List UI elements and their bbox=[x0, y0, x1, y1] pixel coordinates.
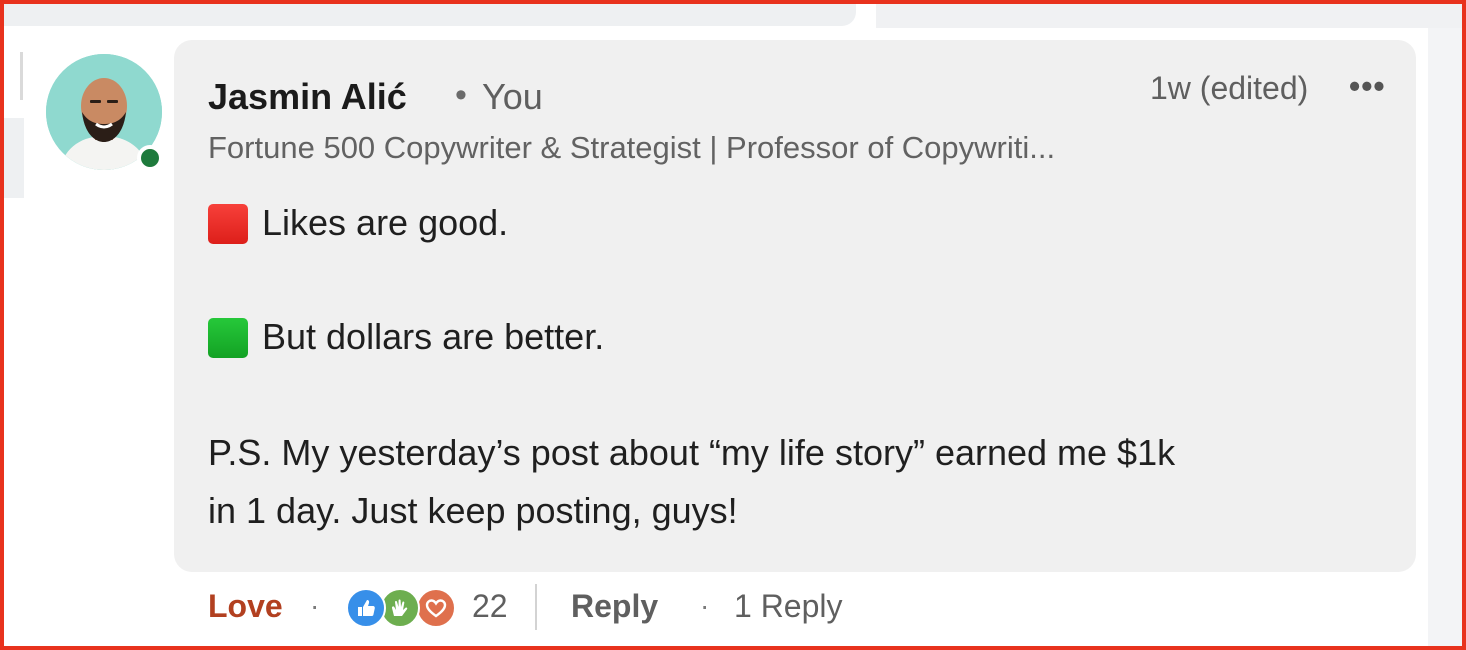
celebrate-icon bbox=[380, 588, 420, 628]
author-name[interactable]: Jasmin Alić bbox=[208, 76, 407, 118]
background-side-panel-left bbox=[4, 118, 24, 198]
online-status-dot bbox=[137, 145, 163, 171]
background-divider bbox=[20, 52, 23, 100]
reply-button[interactable]: Reply bbox=[571, 588, 658, 625]
comment-text-line: P.S. My yesterday’s post about “my life … bbox=[208, 432, 1176, 473]
background-card-top-right bbox=[876, 4, 1462, 28]
replies-count-link[interactable]: 1 Reply bbox=[734, 588, 843, 625]
author-relation: You bbox=[482, 76, 543, 117]
like-icon bbox=[346, 588, 386, 628]
comment-timestamp: 1w (edited) bbox=[1150, 70, 1309, 106]
comment-text-line: But dollars are better. bbox=[262, 316, 605, 357]
action-separator: · bbox=[310, 590, 320, 621]
love-reaction-button[interactable]: Love bbox=[208, 588, 283, 625]
green-square-icon bbox=[208, 318, 248, 358]
action-divider bbox=[535, 584, 537, 630]
background-side-panel bbox=[1428, 28, 1462, 646]
reaction-count[interactable]: 22 bbox=[472, 588, 508, 625]
author-separator: • bbox=[455, 76, 467, 114]
author-headline: Fortune 500 Copywriter & Strategist | Pr… bbox=[208, 130, 1056, 165]
action-separator: · bbox=[700, 590, 710, 621]
comment-text-line: in 1 day. Just keep posting, guys! bbox=[208, 490, 738, 531]
red-square-icon bbox=[208, 204, 248, 244]
background-card-top-left bbox=[4, 4, 856, 26]
comment-text-line: Likes are good. bbox=[262, 202, 509, 243]
love-icon bbox=[416, 588, 456, 628]
reaction-icons[interactable] bbox=[346, 588, 458, 628]
more-options-icon[interactable]: ••• bbox=[1349, 68, 1386, 105]
